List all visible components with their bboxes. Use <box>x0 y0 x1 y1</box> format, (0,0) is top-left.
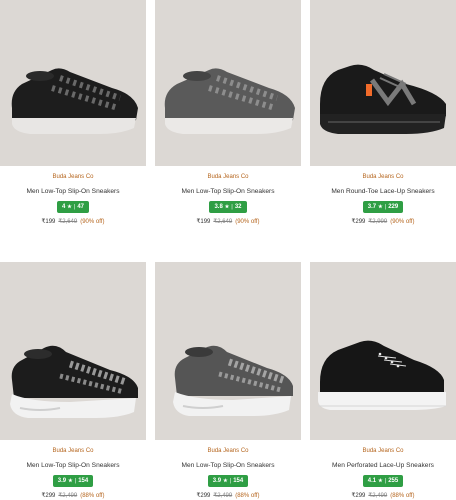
rating-separator: | <box>74 478 77 484</box>
product-card[interactable]: Buda Jeans Co Men Perforated Lace-Up Sne… <box>310 262 456 500</box>
product-name[interactable]: Men Round-Toe Lace-Up Sneakers <box>331 187 434 196</box>
price-row: ₹199 ₹2,649 (90% off) <box>197 218 260 226</box>
shoe-image <box>173 345 293 416</box>
rating-badge: 3.9 ★ | 154 <box>207 475 249 487</box>
product-card[interactable]: Buda Jeans Co Men Low-Top Slip-On Sneake… <box>0 0 146 262</box>
sale-price: ₹299 <box>351 219 366 225</box>
product-card[interactable]: Buda Jeans Co Men Round-Toe Lace-Up Snea… <box>310 0 456 262</box>
review-count: 229 <box>388 204 399 210</box>
discount-label: (88% off) <box>235 493 260 499</box>
product-brand: Buda Jeans Co <box>207 448 249 454</box>
product-card[interactable]: Buda Jeans Co Men Low-Top Slip-On Sneake… <box>155 0 301 262</box>
rating-badge: 3.7 ★ | 229 <box>362 201 404 213</box>
original-price: ₹2,499 <box>58 493 78 499</box>
shoe-image <box>164 68 295 134</box>
product-card[interactable]: Buda Jeans Co Men Low-Top Slip-On Sneake… <box>0 262 146 500</box>
shoe-image <box>11 68 138 134</box>
original-price: ₹2,649 <box>58 219 78 225</box>
discount-label: (88% off) <box>390 493 415 499</box>
rating-separator: | <box>384 204 387 210</box>
rating-value: 4.1 <box>367 478 377 484</box>
rating-value: 3.8 <box>214 204 223 210</box>
original-price: ₹2,649 <box>213 219 233 225</box>
star-icon: ★ <box>67 204 72 210</box>
product-brand: Buda Jeans Co <box>362 448 404 454</box>
product-brand: Buda Jeans Co <box>362 174 404 180</box>
rating-value: 3.7 <box>367 204 377 210</box>
product-brand: Buda Jeans Co <box>52 448 94 454</box>
product-grid: Buda Jeans Co Men Low-Top Slip-On Sneake… <box>0 0 456 500</box>
product-image[interactable] <box>155 262 301 440</box>
rating-badge: 3.8 ★ | 32 <box>209 201 247 213</box>
sale-price: ₹199 <box>196 219 211 225</box>
rating-separator: | <box>384 478 387 484</box>
product-name[interactable]: Men Low-Top Slip-On Sneakers <box>181 461 274 470</box>
product-image[interactable] <box>0 262 146 440</box>
product-brand: Buda Jeans Co <box>207 174 249 180</box>
product-image[interactable] <box>310 0 456 166</box>
discount-label: (88% off) <box>80 493 105 499</box>
original-price: ₹2,499 <box>368 493 388 499</box>
sale-price: ₹299 <box>196 493 211 499</box>
product-card[interactable]: Buda Jeans Co Men Low-Top Slip-On Sneake… <box>155 262 301 500</box>
product-image[interactable] <box>310 262 456 440</box>
original-price: ₹2,499 <box>213 493 233 499</box>
rating-value: 3.9 <box>57 478 67 484</box>
product-name[interactable]: Men Perforated Lace-Up Sneakers <box>332 461 434 470</box>
shoe-image <box>318 340 446 410</box>
star-icon: ★ <box>224 204 230 210</box>
star-icon: ★ <box>223 478 228 484</box>
price-row: ₹299 ₹2,499 (88% off) <box>352 492 415 500</box>
discount-label: (90% off) <box>235 219 260 225</box>
rating-separator: | <box>73 204 76 210</box>
product-image[interactable] <box>0 0 146 166</box>
rating-value: 3.9 <box>212 478 222 484</box>
rating-badge: 4 ★ | 47 <box>56 201 90 213</box>
sale-price: ₹199 <box>41 219 56 225</box>
rating-separator: | <box>231 204 233 210</box>
product-image[interactable] <box>155 0 301 166</box>
review-count: 255 <box>388 478 399 484</box>
rating-value: 4 <box>61 204 66 210</box>
star-icon: ★ <box>378 478 383 484</box>
price-row: ₹199 ₹2,649 (90% off) <box>42 218 105 226</box>
review-count: 47 <box>77 204 85 210</box>
discount-label: (90% off) <box>390 219 415 225</box>
product-name[interactable]: Men Low-Top Slip-On Sneakers <box>26 187 119 196</box>
sale-price: ₹299 <box>41 493 56 499</box>
rating-badge: 4.1 ★ | 255 <box>362 475 404 487</box>
product-name[interactable]: Men Low-Top Slip-On Sneakers <box>181 187 274 196</box>
rating-separator: | <box>229 478 232 484</box>
shoe-image <box>10 345 138 418</box>
review-count: 154 <box>78 478 89 484</box>
shoe-image <box>320 64 446 134</box>
star-icon: ★ <box>68 478 73 484</box>
original-price: ₹2,999 <box>368 219 388 225</box>
review-count: 154 <box>233 478 244 484</box>
star-icon: ★ <box>378 204 383 210</box>
product-brand: Buda Jeans Co <box>52 174 94 180</box>
price-row: ₹299 ₹2,499 (88% off) <box>42 492 105 500</box>
review-count: 32 <box>234 204 242 210</box>
price-row: ₹299 ₹2,999 (90% off) <box>352 218 415 226</box>
price-row: ₹299 ₹2,499 (88% off) <box>197 492 260 500</box>
sale-price: ₹299 <box>351 493 366 499</box>
discount-label: (90% off) <box>80 219 105 225</box>
product-name[interactable]: Men Low-Top Slip-On Sneakers <box>26 461 119 470</box>
rating-badge: 3.9 ★ | 154 <box>52 475 94 487</box>
